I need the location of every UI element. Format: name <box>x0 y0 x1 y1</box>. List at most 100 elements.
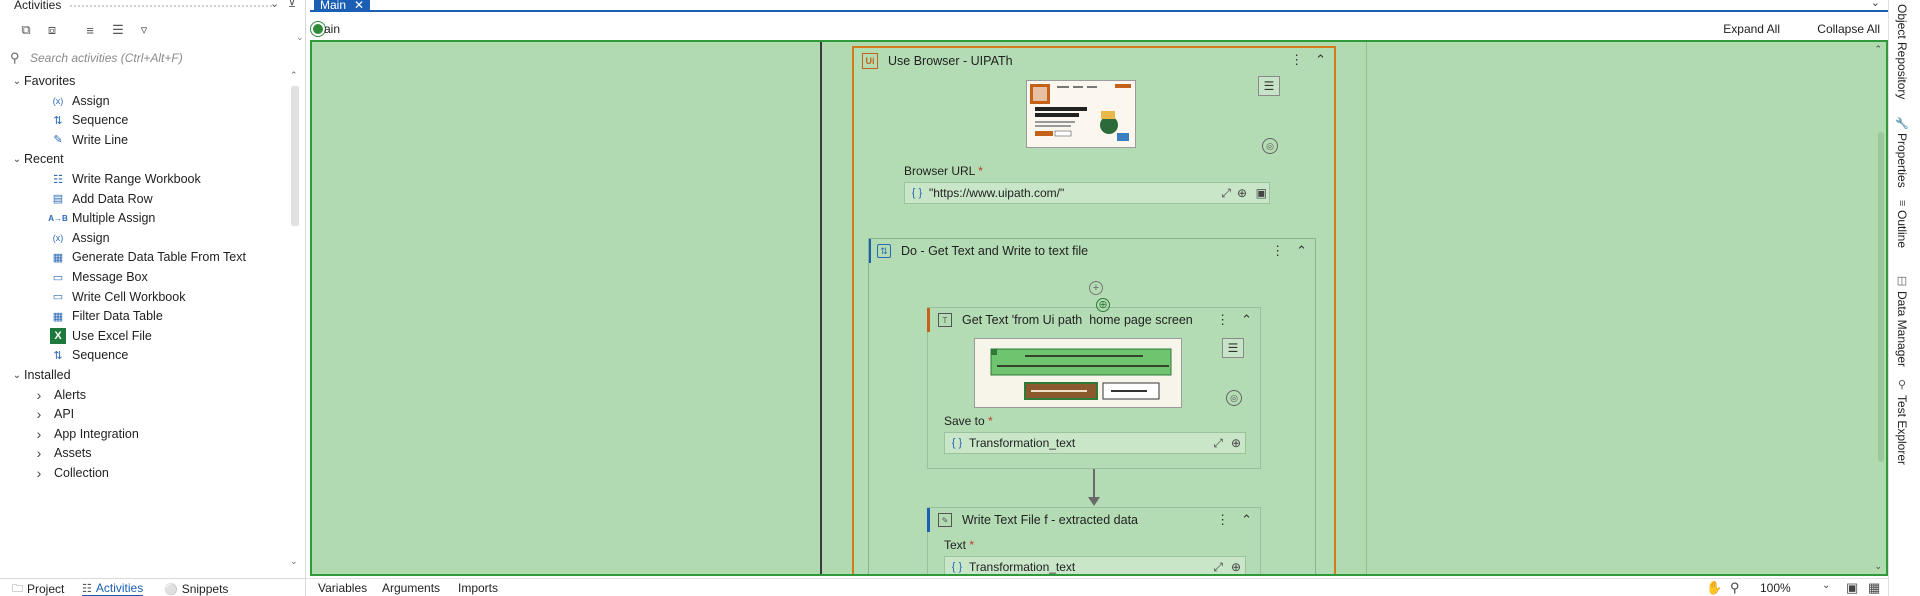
expand-editor-icon[interactable]: ⤢ <box>1213 436 1223 451</box>
tab-object-repository[interactable]: Object Repository <box>1895 4 1909 99</box>
fit-to-screen-icon[interactable]: ▣ <box>1846 580 1858 596</box>
collapse-icon[interactable]: ⌃ <box>1296 243 1307 259</box>
document-tabbar: Main ✕ ⌄ <box>310 0 1888 12</box>
target-element-thumbnail[interactable] <box>974 338 1182 408</box>
write-text-file-activity[interactable]: ✎ Write Text File f - extracted data ⋮ ⌃… <box>927 507 1261 574</box>
chevron-right-icon[interactable]: › <box>32 465 46 481</box>
browser-url-value[interactable]: "https://www.uipath.com/" <box>929 186 1064 200</box>
indicate-target-icon[interactable]: ◎ <box>1226 390 1242 406</box>
canvas-scrollbar[interactable] <box>1878 132 1884 462</box>
outline-label: Outline <box>1895 210 1909 249</box>
tab-activities[interactable]: ☷ Activities <box>82 581 144 596</box>
canvas-scroll-down-icon[interactable]: ⌄ <box>1874 561 1882 572</box>
browser-url-field[interactable]: { } "https://www.uipath.com/" ⤢ ⊕ ▣ <box>904 182 1270 204</box>
zoom-search-icon[interactable]: ⚲ <box>1730 580 1740 596</box>
chevron-down-icon[interactable]: ⌄ <box>10 76 24 87</box>
insert-target-icon[interactable]: ⊕ <box>1096 298 1110 312</box>
expand-editor-icon[interactable]: ⤢ <box>1221 186 1231 201</box>
add-activity-plus-icon[interactable]: + <box>1089 281 1103 295</box>
wrench-icon: 🔧 <box>1895 116 1908 130</box>
get-text-activity[interactable]: T Get Text 'from Ui path home page scree… <box>927 298 1261 469</box>
close-icon[interactable]: ✕ <box>354 0 364 12</box>
tree-category[interactable]: › Collection <box>0 462 292 484</box>
overview-icon[interactable]: ▦ <box>1868 580 1880 596</box>
canvas-scroll-up-icon[interactable]: ⌃ <box>1874 44 1882 55</box>
scroll-down-icon[interactable]: ⌄ <box>290 556 298 567</box>
arguments-tab[interactable]: Arguments <box>382 581 440 595</box>
tab-data-manager[interactable]: ◫ Data Manager <box>1895 274 1909 367</box>
workflow-canvas[interactable]: ⌃ ⌄ Ui Use Browser - UIPATh ⋮ ⌃ ☰ ◎ Brow… <box>310 40 1888 576</box>
tab-project[interactable]: 🗀 Project <box>12 581 64 596</box>
chevron-down-icon[interactable]: ⌄ <box>270 0 279 10</box>
panel-drag-handle[interactable] <box>70 5 272 7</box>
save-to-value[interactable]: Transformation_text <box>969 436 1075 450</box>
use-browser-activity[interactable]: Ui Use Browser - UIPATh ⋮ ⌃ ☰ ◎ Browser … <box>852 46 1336 574</box>
more-options-icon[interactable]: ⋮ <box>1271 243 1284 259</box>
tab-test-explorer[interactable]: ⚲ Test Explorer <box>1895 378 1909 465</box>
tab-main[interactable]: Main ✕ <box>314 0 371 12</box>
browser-options-menu-button[interactable]: ☰ <box>1258 76 1280 96</box>
chevron-right-icon[interactable]: › <box>32 406 46 422</box>
sequence-icon: ⇅ <box>53 114 63 127</box>
save-to-field[interactable]: { } Transformation_text ⤢ ⊕ <box>944 432 1246 454</box>
use-browser-header[interactable]: Ui Use Browser - UIPATh ⋮ ⌃ <box>854 48 1334 74</box>
collapse-icon[interactable]: ⌃ <box>1315 52 1326 68</box>
tab-list-chevron-icon[interactable]: ⌄ <box>1871 0 1880 9</box>
pin-icon[interactable]: ⊻ <box>288 0 296 10</box>
activities-scrollbar[interactable]: ⌃ ⌄ <box>290 70 300 570</box>
zoom-dropdown-chevron-icon[interactable]: ⌄ <box>1822 580 1830 591</box>
more-options-icon[interactable]: ⋮ <box>1216 512 1229 528</box>
more-options-icon[interactable]: ⋮ <box>1216 312 1229 328</box>
variables-tab[interactable]: Variables <box>318 581 367 595</box>
text-field[interactable]: { } Transformation_text ⤢ ⊕ <box>944 556 1246 574</box>
write-text-header[interactable]: ✎ Write Text File f - extracted data ⋮ ⌃ <box>928 508 1260 532</box>
tab-main-label: Main <box>320 0 347 12</box>
browser-window-icon[interactable]: ▣ <box>1256 186 1267 200</box>
sequence-header[interactable]: ⇅ Do - Get Text and Write to text file ⋮… <box>869 239 1315 263</box>
tree-group-label: Favorites <box>24 74 76 88</box>
scrollbar-thumb[interactable] <box>291 86 299 226</box>
sort-icon[interactable]: ≡ <box>80 20 100 40</box>
expand-editor-icon[interactable]: ⤢ <box>1213 560 1223 574</box>
add-plus-icon[interactable]: ⊕ <box>1237 186 1247 200</box>
add-plus-icon[interactable]: ⊕ <box>1231 560 1241 574</box>
expression-icon: { } <box>911 187 923 199</box>
more-options-icon[interactable]: ⋮ <box>1290 52 1303 68</box>
activities-search[interactable]: ⚲ Search activities (Ctrl+Alt+F) <box>8 48 298 68</box>
breadcrumb-main[interactable]: ain <box>324 22 340 36</box>
chevron-right-icon[interactable]: › <box>32 426 46 442</box>
chevron-down-icon[interactable]: ⌄ <box>10 154 24 165</box>
get-text-header[interactable]: T Get Text 'from Ui path home page scree… <box>928 308 1260 332</box>
collapse-all-button[interactable]: Collapse All <box>1817 22 1880 36</box>
tab-outline[interactable]: ≡ Outline <box>1895 200 1909 248</box>
save-to-label-text: Save to <box>944 414 985 428</box>
imports-tab[interactable]: Imports <box>458 581 498 595</box>
browser-screenshot-thumbnail[interactable] <box>1026 80 1136 148</box>
tab-snippets[interactable]: ⚪ Snippets <box>164 581 228 596</box>
zoom-level[interactable]: 100% <box>1760 581 1791 595</box>
add-plus-icon[interactable]: ⊕ <box>1231 436 1241 450</box>
tab-properties[interactable]: 🔧 Properties <box>1895 116 1909 188</box>
scroll-up-icon[interactable]: ⌃ <box>290 70 298 81</box>
chevron-right-icon[interactable]: › <box>32 387 46 403</box>
collapse-all-icon[interactable]: ⧈ <box>42 20 62 40</box>
filter-icon[interactable]: ▿ <box>134 20 154 40</box>
sequence-activity[interactable]: ⇅ Do - Get Text and Write to text file ⋮… <box>868 238 1316 574</box>
text-value[interactable]: Transformation_text <box>969 560 1075 574</box>
indicate-target-icon[interactable]: ◎ <box>1262 138 1278 154</box>
hand-pan-icon[interactable]: ✋ <box>1706 580 1722 596</box>
chevron-down-icon[interactable]: ⌄ <box>10 370 24 381</box>
expand-all-button[interactable]: Expand All <box>1723 22 1780 36</box>
toolbar-overflow-icon[interactable]: ⌄ <box>296 32 304 43</box>
variable-x-icon: (x) <box>52 95 64 106</box>
workflow-root-icon[interactable] <box>311 22 325 36</box>
get-text-options-menu-button[interactable]: ☰ <box>1222 338 1244 358</box>
collapse-icon[interactable]: ⌃ <box>1241 312 1252 328</box>
canvas-guide-line <box>820 42 822 574</box>
chevron-right-icon[interactable]: › <box>32 445 46 461</box>
expand-all-icon[interactable]: ⧉ <box>16 20 36 40</box>
browser-url-label: Browser URL * <box>904 164 983 178</box>
collapse-icon[interactable]: ⌃ <box>1241 512 1252 528</box>
list-view-icon[interactable]: ☰ <box>108 20 128 40</box>
search-input[interactable]: Search activities (Ctrl+Alt+F) <box>30 51 183 65</box>
